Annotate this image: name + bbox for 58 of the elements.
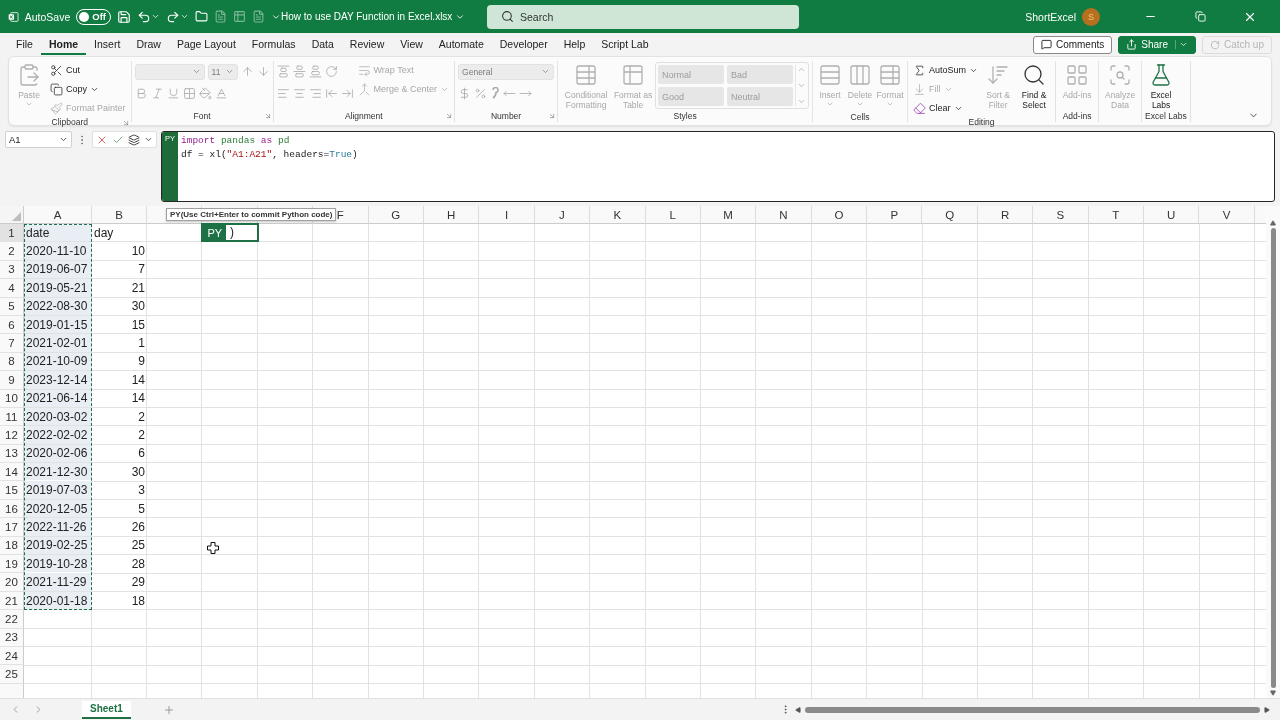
group-label: Clipboard bbox=[51, 117, 88, 127]
table-cell-text: 6 bbox=[137, 445, 146, 463]
table-cell-text: 29 bbox=[130, 574, 146, 591]
table-cell: 2019-05-21 bbox=[24, 279, 92, 297]
table-cell-text: 28 bbox=[130, 555, 146, 573]
table-cell-text: 14 bbox=[130, 371, 146, 389]
table-cell-text: 30 bbox=[130, 463, 146, 481]
table-cell-text: 10 bbox=[130, 243, 146, 260]
table-cell-text: 2 bbox=[137, 427, 146, 444]
table-cell: 2022-08-30 bbox=[24, 297, 92, 315]
code-line: import pandas as pd bbox=[181, 134, 291, 148]
table-cell-text: 7 bbox=[137, 261, 146, 279]
user-avatar: S bbox=[1082, 7, 1100, 26]
table-cell: 2020-11-10 bbox=[24, 242, 92, 260]
table-cell-text: 9 bbox=[137, 353, 146, 371]
group-label: Editing bbox=[968, 117, 995, 127]
table-cell-text: 18 bbox=[130, 592, 146, 610]
table-cell: 2022-02-02 bbox=[24, 426, 92, 444]
table-cell: date bbox=[24, 224, 92, 242]
table-cell-text: day bbox=[93, 224, 115, 242]
table-cell-text: 14 bbox=[130, 390, 146, 407]
table-cell: 2022-11-26 bbox=[24, 518, 92, 536]
table-cell: 2020-12-05 bbox=[24, 499, 92, 518]
group-label: Add-ins bbox=[1062, 111, 1092, 121]
table-cell: 2019-06-07 bbox=[24, 260, 92, 279]
table-cell-text: 5 bbox=[137, 500, 146, 518]
table-cell-text: 15 bbox=[130, 316, 146, 334]
table-cell: 2019-07-03 bbox=[24, 481, 92, 499]
group-label: Excel Labs bbox=[1145, 111, 1187, 121]
table-cell: 2023-12-14 bbox=[24, 371, 92, 389]
table-cell-text: 3 bbox=[137, 482, 146, 499]
table-cell: 2021-02-01 bbox=[24, 334, 92, 352]
tooltip: PY(Use Ctrl+Enter to commit Python code) bbox=[166, 208, 337, 221]
group-label: Styles bbox=[673, 111, 697, 121]
table-cell: 2020-03-02 bbox=[24, 407, 92, 426]
group-label: Font bbox=[193, 111, 211, 121]
user-name: ShortExcel bbox=[1025, 10, 1076, 23]
code-line: df = xl("A1:A21", headers=True) bbox=[181, 148, 358, 162]
group-label: Cells bbox=[850, 111, 870, 122]
table-cell: 2021-12-30 bbox=[24, 463, 92, 481]
group-label: Number bbox=[490, 111, 522, 121]
table-cell-text: 30 bbox=[130, 298, 146, 315]
autosave-label: AutoSave bbox=[24, 10, 71, 23]
table-cell-text: 21 bbox=[130, 279, 146, 297]
table-cell: 2021-11-29 bbox=[24, 573, 92, 591]
table-cell-text: 1 bbox=[137, 335, 146, 352]
table-cell: 2021-06-14 bbox=[24, 389, 92, 407]
table-cell: 2020-01-18 bbox=[24, 591, 92, 610]
group-label: Alignment bbox=[344, 111, 383, 121]
table-cell: 2021-10-09 bbox=[24, 352, 92, 371]
table-cell: 2019-01-15 bbox=[24, 315, 92, 334]
table-cell: 2019-10-28 bbox=[24, 555, 92, 573]
python-badge: PY bbox=[203, 225, 227, 241]
table-cell: 2019-02-25 bbox=[24, 536, 92, 555]
table-cell: 2020-02-06 bbox=[24, 444, 92, 463]
table-cell-text: 25 bbox=[130, 537, 146, 555]
table-cell-text: 26 bbox=[130, 518, 146, 536]
table-cell-text: 2 bbox=[137, 408, 146, 426]
